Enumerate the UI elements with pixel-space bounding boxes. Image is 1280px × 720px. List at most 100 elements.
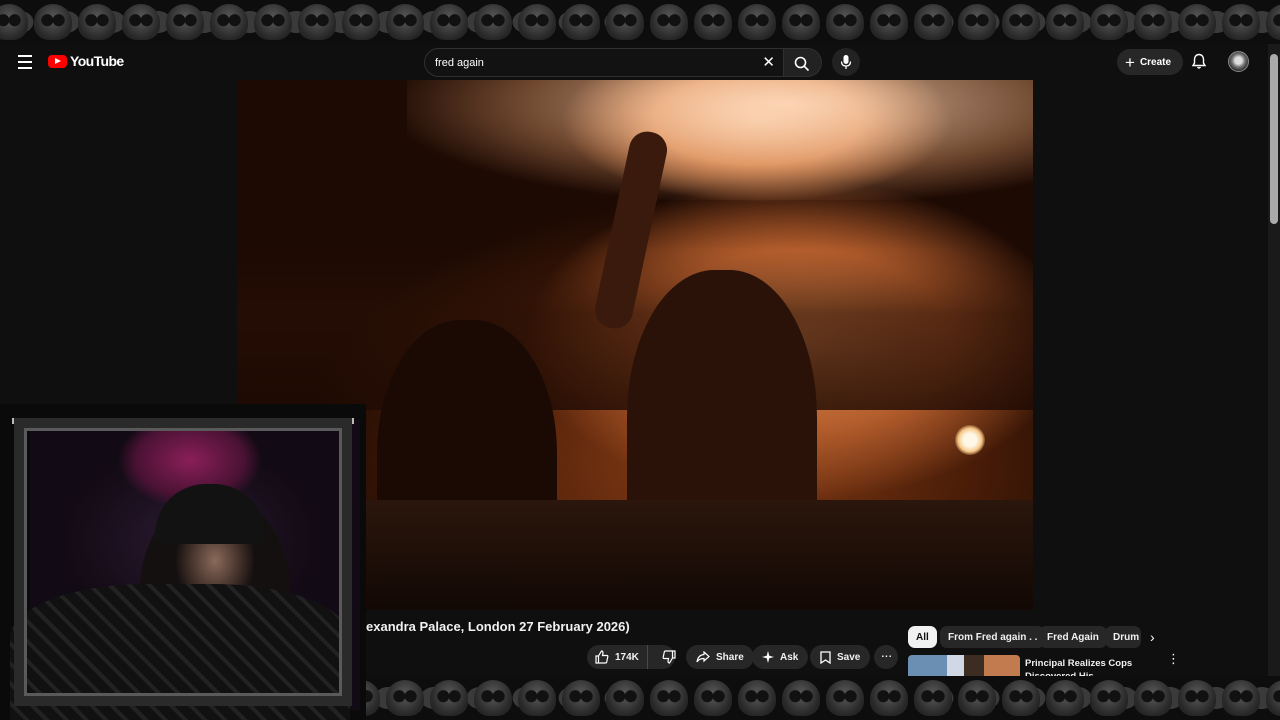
skull-decoration: [1090, 4, 1128, 40]
plus-icon: +: [1125, 52, 1135, 72]
share-button[interactable]: Share: [686, 645, 754, 669]
skull-decoration: [694, 680, 732, 716]
skull-decoration: [958, 4, 996, 40]
skull-decoration: [78, 4, 116, 40]
more-vertical-icon[interactable]: ⋮: [1167, 652, 1180, 665]
thumbs-up-icon: [595, 650, 609, 664]
share-label: Share: [716, 651, 744, 663]
more-actions-button[interactable]: ···: [874, 645, 898, 669]
skull-decoration: [606, 680, 644, 716]
chip-fred-again[interactable]: Fred Again: [1039, 626, 1107, 648]
skull-decoration: [1222, 680, 1260, 716]
skull-decoration: [650, 4, 688, 40]
skull-decoration: [1266, 4, 1280, 40]
skull-decoration: [562, 680, 600, 716]
youtube-logo[interactable]: YouTube: [48, 53, 124, 69]
chip-from-fred-again[interactable]: From Fred again . .: [940, 626, 1046, 648]
recommended-video-title[interactable]: Principal Realizes Cops Discovered His D…: [1025, 657, 1143, 676]
menu-icon[interactable]: [14, 51, 36, 73]
skull-decoration: [782, 680, 820, 716]
skull-decoration: [1002, 680, 1040, 716]
skull-decoration: [1046, 4, 1084, 40]
chip-label: From Fred again . .: [948, 631, 1038, 643]
account-avatar[interactable]: [1228, 51, 1249, 72]
skull-decoration: [474, 680, 512, 716]
masthead: YouTube fred again ✕ + Create: [0, 44, 1280, 80]
skull-decoration: [914, 680, 952, 716]
microphone-icon: [840, 55, 852, 69]
skull-decoration: [518, 680, 556, 716]
chip-drum[interactable]: Drum: [1105, 626, 1141, 648]
more-horizontal-icon: ···: [880, 647, 893, 663]
skull-border-top: [0, 0, 1280, 44]
video-title: exandra Palace, London 27 February 2026): [366, 619, 630, 634]
skull-decoration: [166, 4, 204, 40]
chip-label: Fred Again: [1047, 631, 1099, 643]
skull-decoration: [870, 4, 908, 40]
skull-decoration: [298, 4, 336, 40]
webcam-overlay: [0, 404, 366, 720]
youtube-play-icon: [48, 54, 67, 68]
skull-decoration: [738, 4, 776, 40]
sparkle-icon: [762, 651, 774, 663]
search-input[interactable]: fred again ✕: [424, 48, 784, 77]
notifications-bell-icon[interactable]: [1191, 53, 1207, 70]
skull-decoration: [1134, 680, 1172, 716]
skull-decoration: [606, 4, 644, 40]
skull-decoration: [958, 680, 996, 716]
search-button[interactable]: [784, 48, 822, 77]
skull-decoration: [474, 4, 512, 40]
skull-decoration: [0, 4, 28, 40]
skull-decoration: [254, 4, 292, 40]
skull-decoration: [518, 4, 556, 40]
clear-search-icon[interactable]: ✕: [762, 55, 775, 70]
skull-decoration: [430, 4, 468, 40]
skull-decoration: [430, 680, 468, 716]
share-arrow-icon: [696, 651, 710, 663]
skull-decoration: [1178, 4, 1216, 40]
skull-decoration: [386, 680, 424, 716]
skull-decoration: [826, 4, 864, 40]
bookmark-icon: [820, 650, 831, 664]
webcam-frame-chain: [12, 418, 354, 424]
page-scrollbar[interactable]: [1268, 44, 1280, 676]
skull-decoration: [782, 4, 820, 40]
skull-decoration: [34, 4, 72, 40]
video-frame-ceiling-drape: [407, 80, 1033, 200]
chip-all[interactable]: All: [908, 626, 937, 648]
skull-decoration: [650, 680, 688, 716]
create-label: Create: [1139, 56, 1172, 68]
skull-decoration: [870, 680, 908, 716]
save-button[interactable]: Save: [810, 645, 871, 669]
chip-label: Drum: [1113, 631, 1140, 643]
skull-decoration: [1178, 680, 1216, 716]
like-button[interactable]: 174K: [587, 645, 648, 669]
skull-decoration: [1222, 4, 1260, 40]
skull-decoration: [738, 680, 776, 716]
skull-decoration: [1002, 4, 1040, 40]
search-query: fred again: [435, 56, 484, 69]
video-frame-lamp: [955, 425, 985, 455]
thumbs-down-icon: [662, 650, 676, 664]
ask-label: Ask: [780, 651, 799, 663]
skull-decoration: [914, 4, 952, 40]
skull-decoration: [1046, 680, 1084, 716]
skull-decoration: [1090, 680, 1128, 716]
video-frame-dj-desk: [357, 500, 1033, 610]
skull-decoration: [1134, 4, 1172, 40]
skull-decoration: [122, 4, 160, 40]
skull-decoration: [694, 4, 732, 40]
logo-text: YouTube: [70, 53, 124, 69]
recommended-video-thumbnail[interactable]: [908, 655, 1020, 676]
like-count: 174K: [615, 651, 639, 663]
scrollbar-thumb[interactable]: [1270, 54, 1278, 224]
ask-button[interactable]: Ask: [752, 645, 809, 669]
chevron-right-icon[interactable]: ›: [1150, 630, 1166, 646]
save-label: Save: [837, 651, 861, 663]
skull-decoration: [562, 4, 600, 40]
dislike-button[interactable]: [654, 645, 684, 669]
create-button[interactable]: + Create: [1117, 49, 1184, 75]
skull-decoration: [342, 4, 380, 40]
search-icon: [794, 56, 810, 72]
voice-search-button[interactable]: [832, 48, 860, 76]
